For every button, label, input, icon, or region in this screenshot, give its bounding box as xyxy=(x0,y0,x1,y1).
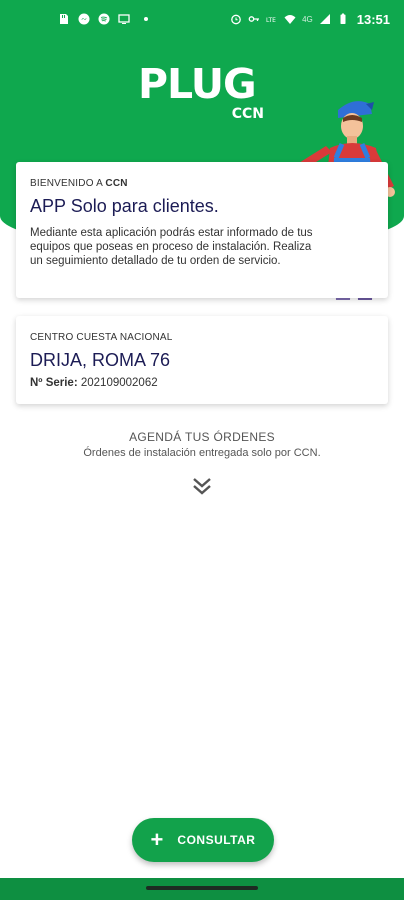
consultar-label: CONSULTAR xyxy=(177,833,256,847)
cast-icon xyxy=(118,14,130,24)
consultar-button[interactable]: + CONSULTAR xyxy=(132,818,274,862)
welcome-eyebrow: BIENVENIDO A CCN xyxy=(30,178,374,189)
welcome-title: APP Solo para clientes. xyxy=(30,196,219,216)
key-icon xyxy=(248,16,260,22)
welcome-card: BIENVENIDO A CCN APP Solo para clientes.… xyxy=(16,162,388,298)
agenda-section: AGENDÁ TUS ÓRDENES Órdenes de instalació… xyxy=(0,430,404,459)
app-logo: PLUG CCN xyxy=(138,62,278,132)
plus-icon: + xyxy=(150,827,164,852)
svg-text:LTE: LTE xyxy=(266,17,276,24)
logo-subtitle: CCN xyxy=(231,106,264,122)
logo-wordmark: PLUG xyxy=(138,60,257,108)
serial-row: Nº Serie: 202109002062 xyxy=(30,377,374,389)
center-title: DRIJA, ROMA 76 xyxy=(30,350,171,370)
serial-value: 202109002062 xyxy=(80,377,158,389)
center-card[interactable]: CENTRO CUESTA NACIONAL DRIJA, ROMA 76 Nº… xyxy=(16,316,388,404)
alarm-icon xyxy=(231,14,241,25)
agenda-subtitle: Órdenes de instalación entregada solo po… xyxy=(83,447,321,459)
home-indicator[interactable] xyxy=(146,886,258,890)
clock: 13:51 xyxy=(356,11,390,27)
network-label: 4G xyxy=(302,14,313,24)
sd-card-icon xyxy=(60,14,68,24)
center-eyebrow: CENTRO CUESTA NACIONAL xyxy=(30,332,173,343)
messenger-icon xyxy=(78,13,90,25)
serial-label: Nº Serie: xyxy=(30,377,78,389)
lte-icon: LTE xyxy=(266,17,276,24)
double-chevron-down-icon xyxy=(193,478,211,495)
welcome-eyebrow-brand: CCN xyxy=(105,178,128,189)
agenda-title: AGENDÁ TUS ÓRDENES xyxy=(129,430,275,444)
signal-icon xyxy=(319,14,330,24)
notification-dot-icon xyxy=(144,17,148,21)
welcome-body: Mediante esta aplicación podrás estar in… xyxy=(30,227,313,267)
welcome-eyebrow-prefix: BIENVENIDO A xyxy=(30,178,103,189)
spotify-icon xyxy=(98,13,110,25)
status-bar: LTE 4G 13:51 xyxy=(0,0,404,38)
battery-icon xyxy=(340,13,346,24)
wifi-icon xyxy=(284,15,296,24)
